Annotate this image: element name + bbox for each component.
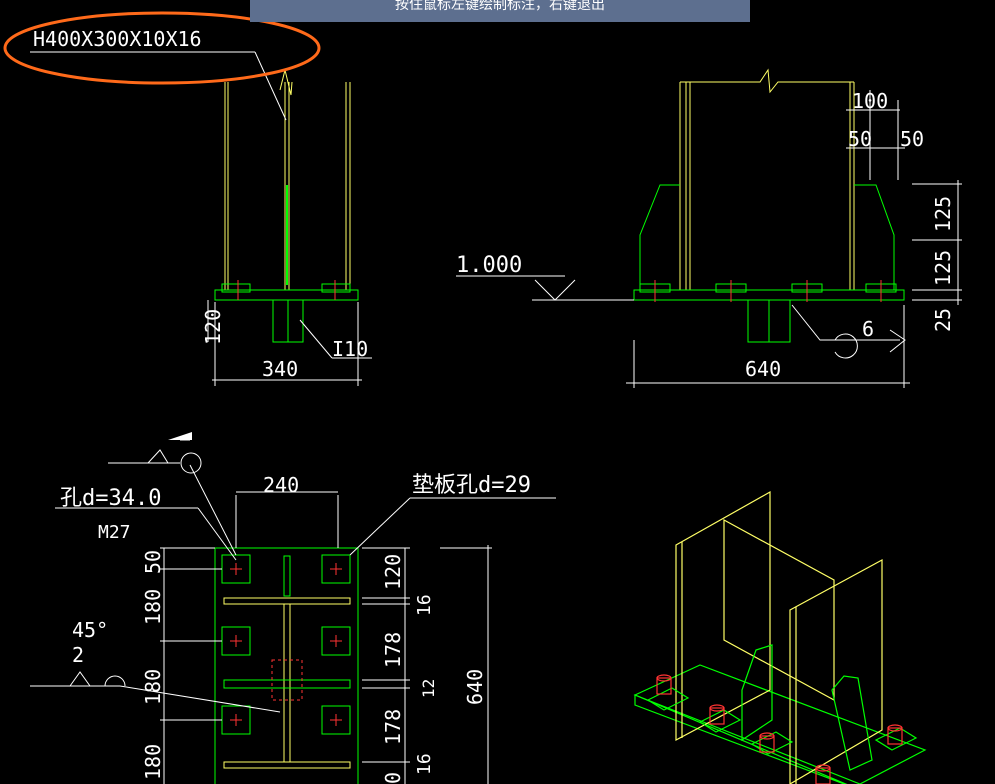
weld-size-front: 6 (862, 317, 874, 341)
plan-dim-178-a: 178 (381, 632, 405, 668)
isometric-view (633, 490, 927, 784)
plan-dim-640: 640 (463, 669, 487, 705)
plan-dim-50: 50 (141, 550, 165, 574)
pad-hole-label: 垫板孔d=29 (412, 473, 531, 498)
front-dim-125-mid: 125 (931, 250, 955, 286)
front-dim-25: 25 (931, 308, 955, 332)
plan-dim-240: 240 (263, 473, 299, 497)
cad-drawing[interactable]: 120 340 I10 H400X300X10X16 1.000 100 50 … (0, 0, 995, 784)
front-dim-50-left: 50 (848, 127, 872, 151)
weld-size-plan: 2 (72, 643, 84, 667)
front-dim-100: 100 (852, 89, 888, 113)
front-dim-125-top: 125 (931, 196, 955, 232)
front-dim-640: 640 (745, 357, 781, 381)
command-prompt-bar: 按住鼠标左键绘制标注，右键退出 (250, 0, 750, 22)
plan-dim-180-c: 180 (141, 744, 165, 780)
beam-label: I10 (332, 337, 368, 361)
section-label: H400X300X10X16 (33, 27, 202, 51)
bolt-label: M27 (98, 522, 131, 543)
plan-dim-12: 12 (419, 679, 438, 698)
plan-dim-0: 0 (381, 772, 405, 784)
front-view (456, 68, 962, 388)
prompt-text: 按住鼠标左键绘制标注，右键退出 (395, 0, 605, 13)
plan-dim-16-a: 16 (414, 594, 435, 616)
plan-dim-180-b: 180 (141, 669, 165, 705)
side-dim-340: 340 (262, 357, 298, 381)
weld-flag-icon (168, 432, 192, 440)
plan-dim-120: 120 (381, 554, 405, 590)
plan-dim-16-b: 16 (414, 753, 435, 775)
plan-dim-178-b: 178 (381, 709, 405, 745)
anchor-bolts-iso (656, 674, 903, 784)
elevation-label: 1.000 (456, 253, 522, 278)
side-dim-120: 120 (201, 309, 225, 345)
front-dim-50-right: 50 (900, 127, 924, 151)
hole-label: 孔d=34.0 (60, 486, 161, 511)
plan-dim-180-a: 180 (141, 589, 165, 625)
weld-angle: 45° (72, 618, 108, 642)
cad-canvas[interactable]: 120 340 I10 H400X300X10X16 1.000 100 50 … (0, 0, 995, 784)
